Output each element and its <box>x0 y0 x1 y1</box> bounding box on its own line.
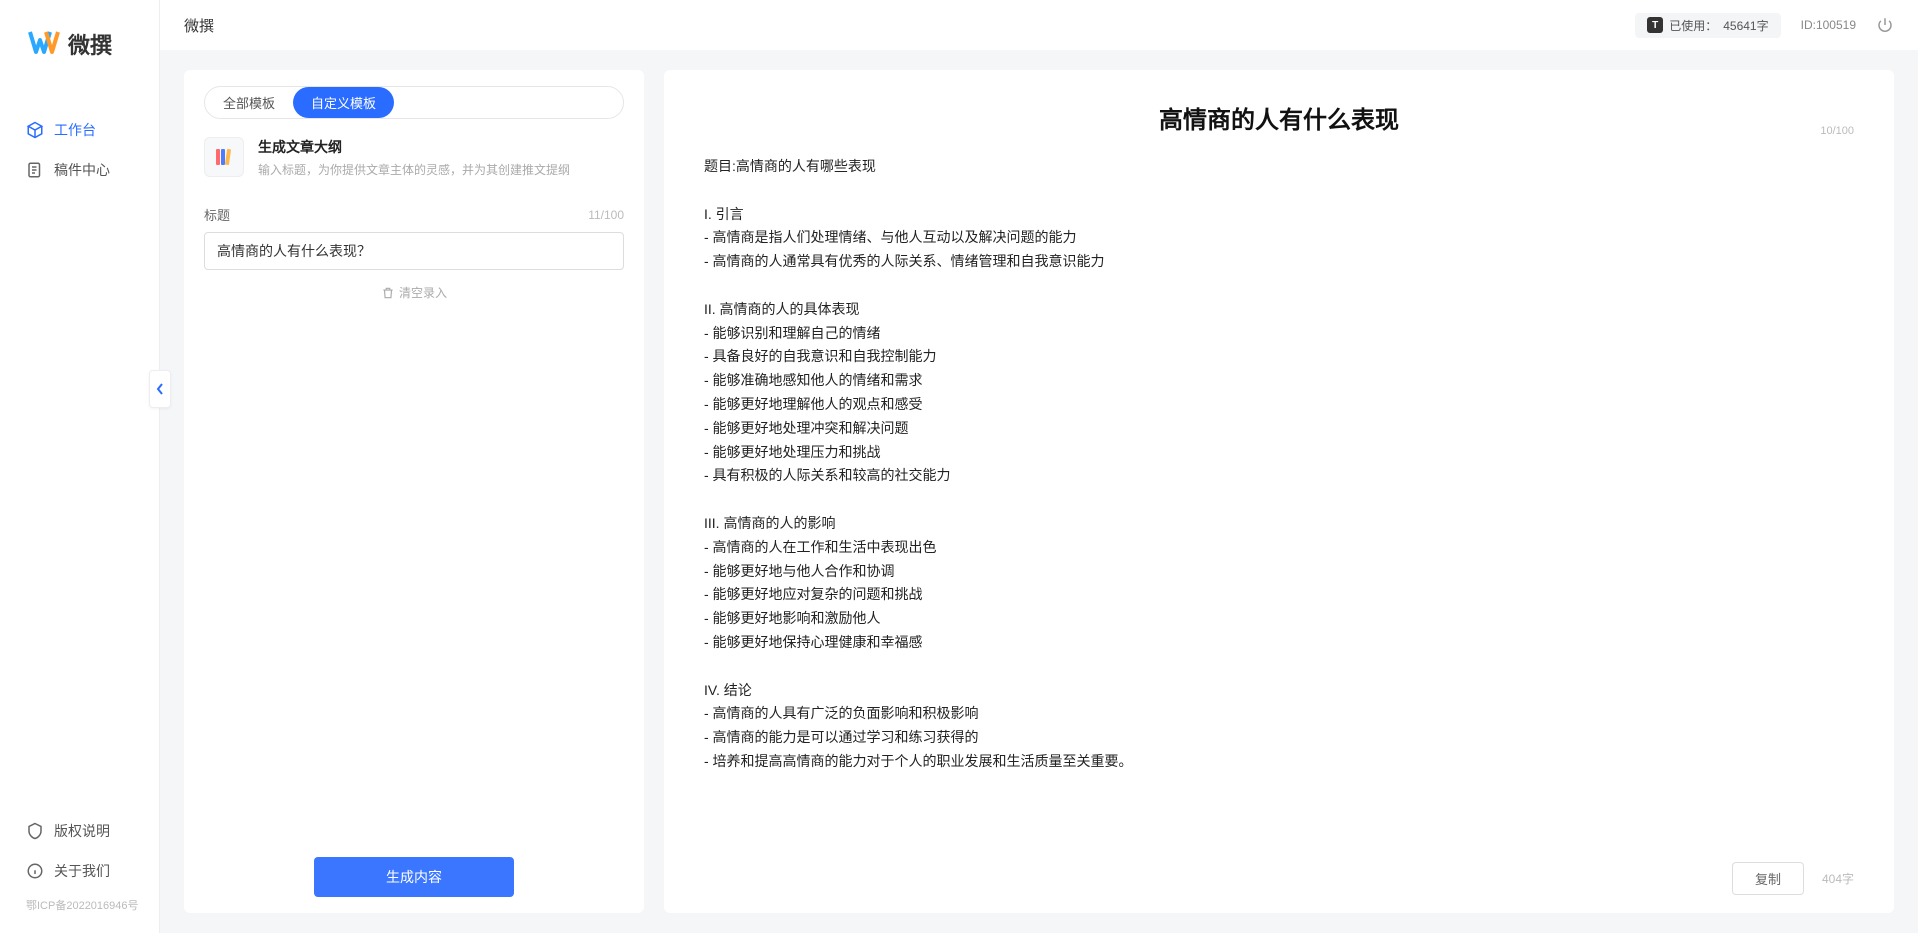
user-id: ID:100519 <box>1801 18 1856 32</box>
title-counter: 11/100 <box>588 208 624 222</box>
content: 全部模板 自定义模板 生成文章大纲 输入标题，为你提供文章主体的灵感，并为其创建… <box>160 50 1918 933</box>
title-label: 标题 <box>204 205 230 224</box>
usage-label: 已使用： <box>1669 17 1717 34</box>
doc-title[interactable]: 高情商的人有什么表现 <box>704 100 1854 135</box>
template-title: 生成文章大纲 <box>258 137 570 157</box>
books-icon <box>204 137 244 177</box>
chevron-left-icon <box>155 382 165 396</box>
document-icon <box>26 161 44 179</box>
usage-pill[interactable]: T 已使用： 45641字 <box>1635 13 1780 38</box>
topbar-right: T 已使用： 45641字 ID:100519 <box>1635 13 1894 38</box>
nav-item-label: 稿件中心 <box>54 160 110 180</box>
nav: 工作台 稿件中心 <box>0 80 159 811</box>
nav-item-label: 工作台 <box>54 120 96 140</box>
topbar: 微撰 T 已使用： 45641字 ID:100519 <box>160 0 1918 50</box>
sidebar: 微撰 工作台 稿件中心 <box>0 0 160 933</box>
footer-item-label: 关于我们 <box>54 861 110 881</box>
usage-value: 45641字 <box>1723 17 1768 34</box>
doc-title-row: 高情商的人有什么表现 10/100 <box>664 86 1894 141</box>
doc-body[interactable]: 题目:高情商的人有哪些表现 I. 引言 - 高情商是指人们处理情绪、与他人互动以… <box>664 141 1894 848</box>
footer-item-label: 版权说明 <box>54 821 110 841</box>
nav-item-drafts[interactable]: 稿件中心 <box>0 150 159 190</box>
logo-text: 微撰 <box>68 28 112 60</box>
logo-icon <box>28 28 60 60</box>
main: 微撰 T 已使用： 45641字 ID:100519 全部模板 <box>160 0 1918 933</box>
tab-custom-templates[interactable]: 自定义模板 <box>293 87 394 118</box>
trash-icon <box>381 286 395 300</box>
template-desc: 输入标题，为你提供文章主体的灵感，并为其创建推文提纲 <box>258 161 570 179</box>
title-input[interactable] <box>204 232 624 270</box>
left-panel: 全部模板 自定义模板 生成文章大纲 输入标题，为你提供文章主体的灵感，并为其创建… <box>184 70 644 913</box>
copy-button[interactable]: 复制 <box>1732 862 1804 895</box>
shield-icon <box>26 822 44 840</box>
sidebar-collapse-button[interactable] <box>149 370 171 408</box>
text-icon: T <box>1647 17 1663 33</box>
footer-item-copyright[interactable]: 版权说明 <box>0 811 159 851</box>
tab-all-templates[interactable]: 全部模板 <box>205 87 293 118</box>
logo: 微撰 <box>0 0 159 80</box>
right-footer: 复制 404字 <box>664 848 1894 913</box>
right-panel: 高情商的人有什么表现 10/100 题目:高情商的人有哪些表现 I. 引言 - … <box>664 70 1894 913</box>
icp-text: 鄂ICP备2022016946号 <box>0 891 159 921</box>
power-button[interactable] <box>1876 16 1894 34</box>
generate-button[interactable]: 生成内容 <box>314 857 514 897</box>
sidebar-footer: 版权说明 关于我们 鄂ICP备2022016946号 <box>0 811 159 933</box>
nav-item-workbench[interactable]: 工作台 <box>0 110 159 150</box>
cube-icon <box>26 121 44 139</box>
doc-title-counter: 10/100 <box>1820 125 1854 137</box>
clear-input-button[interactable]: 清空录入 <box>204 284 624 301</box>
footer-item-about[interactable]: 关于我们 <box>0 851 159 891</box>
clear-label: 清空录入 <box>399 284 447 301</box>
page-title: 微撰 <box>184 15 214 36</box>
word-count: 404字 <box>1822 870 1854 887</box>
template-tabs: 全部模板 自定义模板 <box>204 86 624 119</box>
title-field-header: 标题 11/100 <box>204 205 624 224</box>
template-info-card: 生成文章大纲 输入标题，为你提供文章主体的灵感，并为其创建推文提纲 <box>204 137 624 179</box>
info-icon <box>26 862 44 880</box>
